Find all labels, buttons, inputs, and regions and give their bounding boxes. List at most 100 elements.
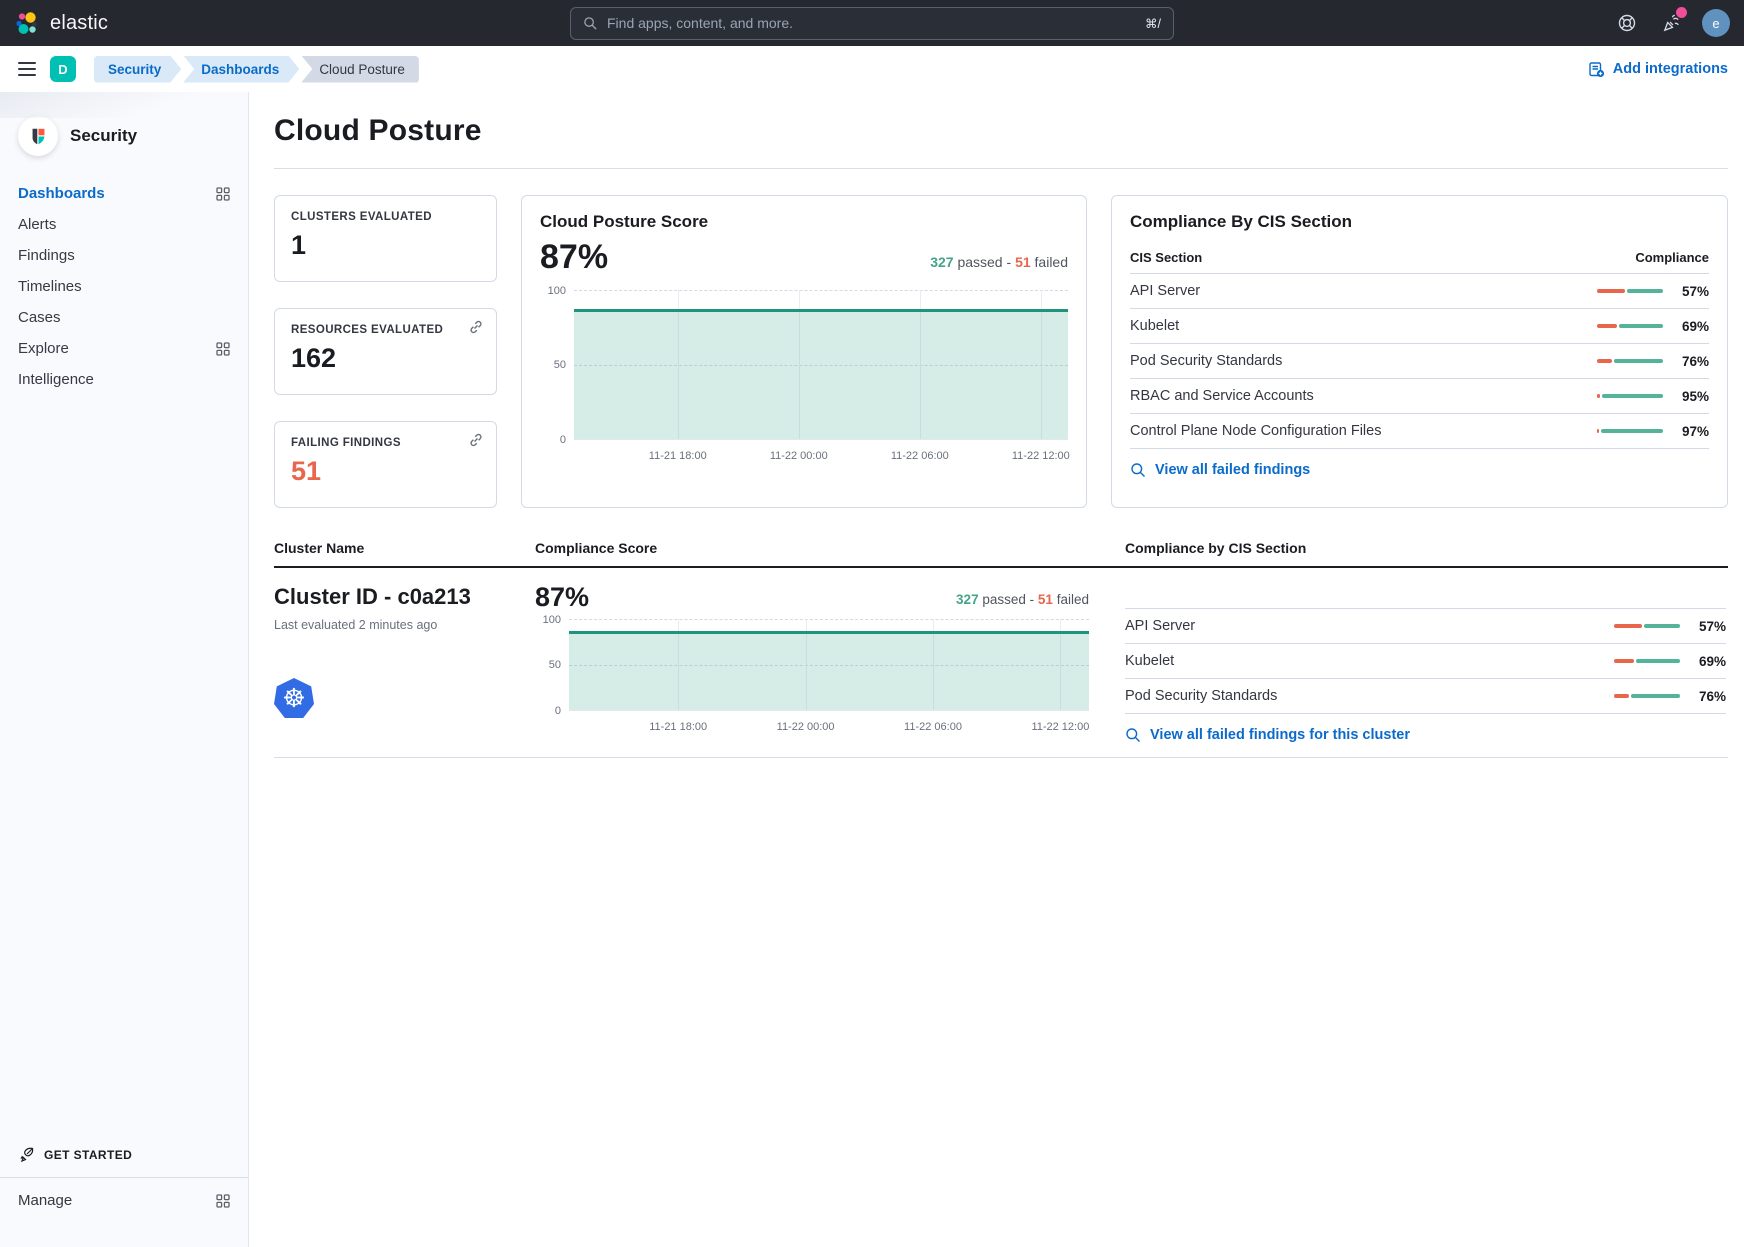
sidebar-item-timelines[interactable]: Timelines (0, 271, 248, 302)
cis-section-label: Pod Security Standards (1125, 688, 1277, 704)
failed-count: 51 (1015, 254, 1031, 270)
sidebar-item-label: Dashboards (18, 185, 105, 202)
score-area-series (569, 631, 1089, 710)
apps-grid-icon (216, 187, 230, 201)
view-failed-findings-cluster-link[interactable]: View all failed findings for this cluste… (1125, 714, 1726, 743)
add-integrations-button[interactable]: Add integrations (1588, 61, 1728, 78)
compliance-value: 76% (1673, 354, 1709, 369)
passed-count: 327 (930, 254, 953, 270)
column-header-section: CIS Section (1130, 250, 1202, 265)
sidebar-item-dashboards[interactable]: Dashboards (0, 178, 248, 209)
search-input[interactable] (607, 15, 1136, 31)
compliance-value: 76% (1690, 689, 1726, 704)
search-icon (583, 16, 598, 31)
sidebar-item-label: Alerts (18, 216, 56, 233)
elastic-brand[interactable]: elastic (14, 10, 108, 37)
breadcrumb-bar: D Security Dashboards Cloud Posture Add … (0, 46, 1744, 92)
breadcrumb: Security Dashboards Cloud Posture (94, 56, 421, 83)
breadcrumb-security[interactable]: Security (94, 56, 181, 83)
sidebar-item-manage[interactable]: Manage (0, 1184, 248, 1217)
cluster-score-value: 87% (535, 584, 589, 611)
get-started-button[interactable]: GET STARTED (0, 1137, 248, 1177)
sidebar-item-label: Timelines (18, 278, 82, 295)
chart-x-axis: 11-21 18:00 11-22 00:00 11-22 06:00 11-2… (574, 446, 1068, 468)
compliance-bar (1614, 694, 1680, 698)
search-shortcut-hint: ⌘/ (1145, 16, 1161, 31)
x-tick: 11-22 06:00 (904, 721, 962, 733)
page-title: Cloud Posture (274, 114, 1728, 148)
stat-value: 51 (291, 456, 480, 487)
x-tick: 11-21 18:00 (649, 721, 707, 733)
cluster-name: Cluster ID - c0a213 (274, 584, 535, 610)
benchmarks-header-row: Cluster Name Compliance Score Compliance… (274, 540, 1728, 568)
cis-row: Pod Security Standards 76% (1130, 344, 1709, 379)
sidebar-item-cases[interactable]: Cases (0, 302, 248, 333)
passed-count: 327 (956, 592, 979, 607)
space-badge[interactable]: D (50, 56, 76, 82)
sidebar-item-alerts[interactable]: Alerts (0, 209, 248, 240)
passed-label: passed (957, 254, 1002, 270)
link-icon[interactable] (468, 319, 484, 335)
cloud-posture-score-card: Cloud Posture Score 87% 327 passed - 51 … (521, 195, 1087, 508)
compliance-bar (1597, 359, 1663, 363)
sidebar-nav: Dashboards Alerts Findings Timelines Cas… (0, 178, 248, 395)
sidebar-item-label: Explore (18, 340, 69, 357)
cluster-row: Cluster ID - c0a213 Last evaluated 2 min… (274, 568, 1728, 758)
clusters-evaluated-card: CLUSTERS EVALUATED 1 (274, 195, 497, 282)
posture-score-chart: 100 50 0 (540, 290, 1068, 440)
sidebar-item-findings[interactable]: Findings (0, 240, 248, 271)
separator: - (1030, 592, 1035, 607)
x-tick: 11-22 12:00 (1031, 721, 1089, 733)
y-tick: 0 (560, 434, 566, 446)
stat-label: RESOURCES EVALUATED (291, 324, 480, 336)
magnifier-icon (1130, 462, 1146, 478)
sidebar-header: Security (0, 108, 248, 178)
cis-section-label: API Server (1125, 618, 1195, 634)
sidebar-item-intelligence[interactable]: Intelligence (0, 364, 248, 395)
passed-failed-summary: 327 passed - 51 failed (930, 254, 1068, 274)
column-header-compliance-score: Compliance Score (535, 540, 1125, 556)
view-failed-findings-cluster-label: View all failed findings for this cluste… (1150, 727, 1410, 743)
link-icon[interactable] (468, 432, 484, 448)
cis-section-label: Pod Security Standards (1130, 353, 1282, 369)
stat-value: 1 (291, 230, 480, 261)
breadcrumb-dashboards[interactable]: Dashboards (183, 56, 299, 83)
view-all-failed-findings-link[interactable]: View all failed findings (1130, 449, 1709, 478)
cis-section-label: Kubelet (1130, 318, 1179, 334)
chart-plot-area (574, 290, 1068, 440)
x-tick: 11-22 00:00 (770, 450, 828, 462)
cis-row: API Server 57% (1125, 608, 1726, 644)
cluster-passed-failed-summary: 327 passed - 51 failed (956, 592, 1089, 611)
security-sidebar: Security Dashboards Alerts Findings Time… (0, 92, 249, 1247)
user-avatar[interactable]: e (1702, 9, 1730, 37)
compliance-value: 95% (1673, 389, 1709, 404)
rocket-icon (18, 1147, 34, 1163)
add-integrations-label: Add integrations (1613, 61, 1728, 77)
sidebar-item-label: Intelligence (18, 371, 94, 388)
manage-label: Manage (18, 1192, 72, 1209)
failing-findings-card: FAILING FINDINGS 51 (274, 421, 497, 508)
cluster-last-evaluated: Last evaluated 2 minutes ago (274, 618, 535, 632)
x-tick: 11-22 00:00 (777, 721, 835, 733)
news-feed-button[interactable] (1658, 10, 1684, 36)
title-divider (274, 168, 1728, 169)
help-button[interactable] (1614, 10, 1640, 36)
global-search[interactable]: ⌘/ (570, 7, 1174, 40)
cis-table: CIS Section Compliance API Server 57% Ku… (1130, 242, 1709, 449)
stat-value: 162 (291, 343, 480, 374)
cis-row: RBAC and Service Accounts 95% (1130, 379, 1709, 414)
cluster-score-cell: 87% 327 passed - 51 failed 100 50 (535, 584, 1125, 743)
menu-toggle-button[interactable] (16, 58, 38, 80)
failed-label: failed (1035, 254, 1068, 270)
y-tick: 100 (543, 614, 561, 626)
x-tick: 11-22 12:00 (1012, 450, 1070, 462)
compliance-bar (1614, 659, 1680, 663)
cis-section-label: API Server (1130, 283, 1200, 299)
compliance-bar (1614, 624, 1680, 628)
get-started-label: GET STARTED (44, 1148, 132, 1162)
cis-row: Kubelet 69% (1130, 309, 1709, 344)
score-area-series (574, 309, 1068, 439)
cis-section-label: Kubelet (1125, 653, 1174, 669)
sidebar-item-explore[interactable]: Explore (0, 333, 248, 364)
top-navigation-bar: elastic ⌘/ (0, 0, 1744, 46)
